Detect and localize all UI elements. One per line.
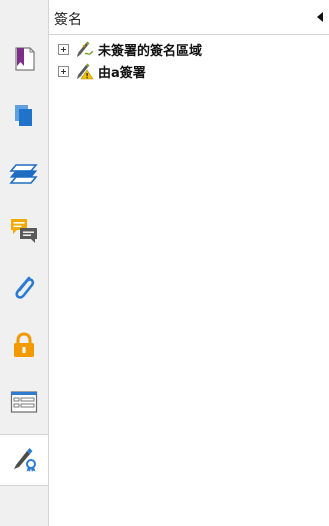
paperclip-icon	[10, 273, 38, 305]
navigation-sidebar	[0, 0, 49, 526]
tree-row-label: 由a簽署	[98, 65, 146, 81]
expand-toggle[interactable]	[58, 43, 69, 55]
signature-tree: 未簽署的簽名區域 由a簽署	[58, 38, 202, 82]
bookmark-icon	[12, 46, 36, 76]
lock-icon	[11, 331, 37, 363]
layers-icon	[9, 159, 39, 189]
attachments-button[interactable]	[4, 269, 44, 309]
comments-button[interactable]	[4, 212, 44, 252]
panel-title: 簽名	[54, 12, 82, 28]
form-fields-button[interactable]	[4, 384, 44, 424]
tree-row-unsigned-fields[interactable]: 未簽署的簽名區域	[58, 38, 202, 60]
sidebar-divider	[48, 0, 49, 526]
collapse-panel-icon[interactable]	[317, 12, 323, 22]
bookmarks-button[interactable]	[4, 41, 44, 81]
layers-button[interactable]	[4, 154, 44, 194]
security-button[interactable]	[4, 327, 44, 367]
signed-warning-icon	[76, 62, 94, 80]
signatures-button[interactable]	[0, 434, 49, 486]
tree-row-label: 未簽署的簽名區域	[98, 43, 203, 59]
expand-toggle[interactable]	[58, 65, 69, 77]
comments-icon	[9, 216, 39, 248]
tree-row-signed-by[interactable]: 由a簽署	[58, 60, 202, 82]
form-fields-icon	[10, 390, 38, 418]
signatures-icon	[10, 443, 40, 477]
pages-icon	[12, 102, 36, 132]
pages-button[interactable]	[4, 97, 44, 137]
panel-header: 簽名	[49, 0, 329, 35]
unsigned-signature-icon	[76, 40, 94, 58]
